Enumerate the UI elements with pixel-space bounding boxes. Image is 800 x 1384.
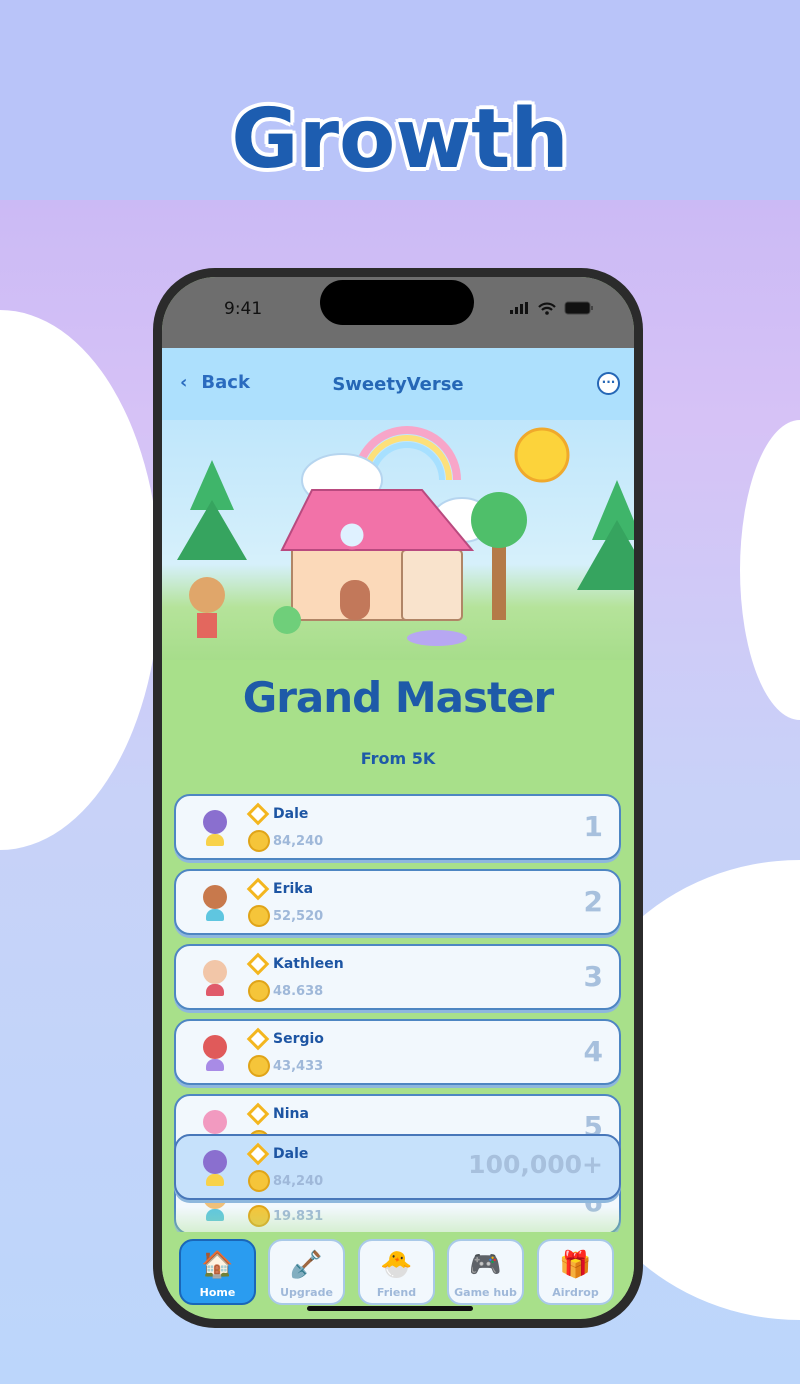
home-indicator	[307, 1306, 473, 1311]
battery-icon	[564, 301, 593, 315]
tab-airdrop[interactable]: 🎁 Airdrop	[537, 1239, 614, 1305]
coin-icon	[248, 1055, 270, 1077]
player-name: Kathleen	[273, 956, 344, 972]
player-score: 48.638	[273, 984, 324, 999]
gift-icon: 🎁	[559, 1250, 592, 1280]
leaderboard-row[interactable]: Dale 84,240 1	[174, 794, 621, 860]
coin-icon	[248, 980, 270, 1002]
league-threshold: From 5K	[360, 749, 436, 768]
player-score: 84,240	[273, 1174, 324, 1189]
player-name: Nina	[273, 1106, 309, 1122]
player-score: 43,433	[273, 1059, 324, 1074]
nav-bar: ‹ Back SweetyVerse ···	[162, 348, 634, 420]
diamond-icon	[246, 1142, 270, 1166]
player-name: Dale	[273, 806, 309, 822]
diamond-icon	[246, 952, 270, 976]
leaderboard-row[interactable]: Erika 52,520 2	[174, 869, 621, 935]
current-user-row[interactable]: Dale 84,240 100,000+	[174, 1134, 621, 1200]
player-score: 52,520	[273, 909, 324, 924]
player-name: Dale	[273, 1146, 309, 1162]
gameboy-icon: 🎮	[469, 1250, 502, 1280]
leaderboard-row[interactable]: Sergio 43,433 4	[174, 1019, 621, 1085]
tab-upgrade[interactable]: 🪏 Upgrade	[268, 1239, 345, 1305]
tab-home[interactable]: 🏠 Home	[179, 1239, 256, 1305]
signal-icon	[510, 302, 528, 314]
avatar	[200, 885, 230, 921]
house-icon: 🏠	[201, 1250, 234, 1280]
dynamic-island	[320, 280, 474, 325]
player-score: 84,240	[273, 834, 324, 849]
avatar	[200, 810, 230, 846]
sun-icon	[514, 427, 570, 483]
player-name: Erika	[273, 881, 314, 897]
friend-add-icon: 🐣	[380, 1250, 413, 1280]
avatar	[200, 1035, 230, 1071]
tab-game-hub[interactable]: 🎮 Game hub	[447, 1239, 524, 1305]
hero-illustration	[162, 420, 634, 660]
background-cloud	[0, 310, 160, 850]
status-bar: 9:41	[162, 277, 634, 348]
app-screen: 9:41 ‹ Back SweetyVerse ··· Grand Master …	[162, 277, 634, 1319]
village-illustration	[177, 426, 634, 646]
headline: Growth	[231, 92, 569, 187]
diamond-icon	[246, 802, 270, 826]
league-title: Grand Master	[242, 673, 555, 722]
player-rank: 100,000+	[468, 1150, 603, 1179]
app-title: SweetyVerse	[332, 374, 464, 395]
avatar	[200, 960, 230, 996]
coin-icon	[248, 905, 270, 927]
diamond-icon	[246, 1102, 270, 1126]
avatar	[200, 1150, 230, 1186]
wifi-icon	[538, 302, 556, 315]
player-name: Sergio	[273, 1031, 324, 1047]
tab-friend[interactable]: 🐣 Friend	[358, 1239, 435, 1305]
coin-icon	[248, 1170, 270, 1192]
ellipsis-circle-icon[interactable]: ···	[597, 372, 620, 395]
player-rank: 1	[583, 810, 603, 843]
status-time: 9:41	[224, 299, 263, 319]
shovel-icon: 🪏	[290, 1250, 323, 1280]
diamond-icon	[246, 877, 270, 901]
player-rank: 3	[583, 960, 603, 993]
phone-frame: 9:41 ‹ Back SweetyVerse ··· Grand Master …	[153, 268, 643, 1328]
diamond-icon	[246, 1027, 270, 1051]
leaderboard-row[interactable]: Kathleen 48.638 3	[174, 944, 621, 1010]
background-cloud	[740, 420, 800, 720]
coin-icon	[248, 830, 270, 852]
bottom-tab-bar: 🏠 Home 🪏 Upgrade 🐣 Friend 🎮 Game hub 🎁 Airdro…	[162, 1232, 634, 1312]
player-rank: 4	[583, 1035, 603, 1068]
player-rank: 2	[583, 885, 603, 918]
